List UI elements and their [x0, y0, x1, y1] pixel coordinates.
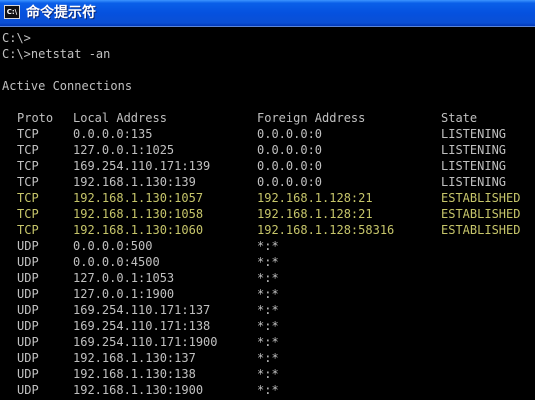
- connection-row: TCP 169.254.110.171:139 0.0.0.0:0 LISTENING: [0, 158, 535, 174]
- command-prompt-window: C:\ 命令提示符 C:\> C:\>netstat -an Active Co…: [0, 0, 535, 400]
- cell-local-address: 192.168.1.130:138: [73, 367, 196, 381]
- cell-state: LISTENING: [441, 143, 507, 157]
- cell-state: ESTABLISHED: [441, 207, 521, 221]
- cell-proto: UDP: [17, 271, 39, 285]
- cell-proto: UDP: [17, 367, 39, 381]
- column-header-proto: Proto: [17, 111, 54, 125]
- cell-foreign-address: *:*: [257, 303, 279, 317]
- cell-proto: UDP: [17, 319, 39, 333]
- cell-proto: TCP: [17, 159, 39, 173]
- connection-row: UDP 127.0.0.1:1053 *:*: [0, 270, 535, 286]
- cell-state: ESTABLISHED: [441, 223, 521, 237]
- cell-foreign-address: *:*: [257, 383, 279, 397]
- connection-row: UDP 127.0.0.1:1900 *:*: [0, 286, 535, 302]
- cell-local-address: 192.168.1.130:1057: [73, 191, 204, 205]
- cell-state: LISTENING: [441, 175, 507, 189]
- cell-state: ESTABLISHED: [441, 191, 521, 205]
- cell-foreign-address: *:*: [257, 335, 279, 349]
- console-output[interactable]: C:\> C:\>netstat -an Active Connections …: [0, 28, 535, 400]
- cell-foreign-address: 0.0.0.0:0: [257, 159, 323, 173]
- cell-proto: UDP: [17, 287, 39, 301]
- connection-row: TCP 0.0.0.0:135 0.0.0.0:0 LISTENING: [0, 126, 535, 142]
- cell-foreign-address: 192.168.1.128:58316: [257, 223, 395, 237]
- cell-foreign-address: *:*: [257, 287, 279, 301]
- cell-state: LISTENING: [441, 127, 507, 141]
- connection-row: UDP 0.0.0.0:4500 *:*: [0, 254, 535, 270]
- column-header-state: State: [441, 111, 478, 125]
- cell-local-address: 169.254.110.171:1900: [73, 335, 218, 349]
- cell-proto: UDP: [17, 239, 39, 253]
- cell-local-address: 192.168.1.130:1900: [73, 383, 204, 397]
- cell-state: LISTENING: [441, 159, 507, 173]
- title-bar[interactable]: C:\ 命令提示符: [0, 0, 535, 27]
- cell-foreign-address: *:*: [257, 351, 279, 365]
- cell-local-address: 192.168.1.130:1060: [73, 223, 204, 237]
- connection-row: UDP 0.0.0.0:500 *:*: [0, 238, 535, 254]
- cell-foreign-address: *:*: [257, 367, 279, 381]
- cell-proto: TCP: [17, 207, 39, 221]
- prompt-line: C:\>: [2, 31, 31, 45]
- cell-local-address: 169.254.110.171:137: [73, 303, 211, 317]
- cell-local-address: 192.168.1.130:139: [73, 175, 196, 189]
- cell-proto: TCP: [17, 223, 39, 237]
- column-header-local-address: Local Address: [73, 111, 167, 125]
- cell-foreign-address: 0.0.0.0:0: [257, 175, 323, 189]
- connection-row: TCP 192.168.1.130:1058 192.168.1.128:21 EST…: [0, 206, 535, 222]
- cell-local-address: 169.254.110.171:138: [73, 319, 211, 333]
- cell-foreign-address: *:*: [257, 271, 279, 285]
- cell-proto: TCP: [17, 143, 39, 157]
- cell-proto: TCP: [17, 191, 39, 205]
- section-heading: Active Connections: [2, 79, 133, 93]
- console-icon: C:\: [4, 5, 20, 19]
- connection-row: UDP 169.254.110.171:138 *:*: [0, 318, 535, 334]
- cell-foreign-address: 0.0.0.0:0: [257, 127, 323, 141]
- column-headers: Proto Local Address Foreign Address Stat…: [0, 110, 535, 126]
- command-line: C:\>netstat -an: [2, 47, 111, 61]
- cell-local-address: 127.0.0.1:1053: [73, 271, 175, 285]
- cell-local-address: 169.254.110.171:139: [73, 159, 211, 173]
- connection-row: UDP 192.168.1.130:137 *:*: [0, 350, 535, 366]
- connection-row: UDP 169.254.110.171:137 *:*: [0, 302, 535, 318]
- cell-proto: UDP: [17, 383, 39, 397]
- cell-foreign-address: *:*: [257, 255, 279, 269]
- connection-row: TCP 127.0.0.1:1025 0.0.0.0:0 LISTENING: [0, 142, 535, 158]
- cell-proto: UDP: [17, 303, 39, 317]
- cell-proto: TCP: [17, 175, 39, 189]
- cell-local-address: 127.0.0.1:1900: [73, 287, 175, 301]
- cell-local-address: 0.0.0.0:135: [73, 127, 153, 141]
- cell-foreign-address: 192.168.1.128:21: [257, 207, 373, 221]
- cell-proto: UDP: [17, 255, 39, 269]
- connection-row: UDP 192.168.1.130:1900 *:*: [0, 382, 535, 398]
- cell-proto: UDP: [17, 351, 39, 365]
- cell-foreign-address: *:*: [257, 319, 279, 333]
- connection-row: TCP 192.168.1.130:139 0.0.0.0:0 LISTENING: [0, 174, 535, 190]
- cell-foreign-address: 0.0.0.0:0: [257, 143, 323, 157]
- connection-row: TCP 192.168.1.130:1057 192.168.1.128:21 EST…: [0, 190, 535, 206]
- cell-local-address: 127.0.0.1:1025: [73, 143, 175, 157]
- cell-local-address: 192.168.1.130:1058: [73, 207, 204, 221]
- connection-row: TCP 192.168.1.130:1060 192.168.1.128:58316…: [0, 222, 535, 238]
- cell-local-address: 192.168.1.130:137: [73, 351, 196, 365]
- column-header-foreign-address: Foreign Address: [257, 111, 366, 125]
- window-title: 命令提示符: [26, 5, 96, 21]
- cell-local-address: 0.0.0.0:500: [73, 239, 153, 253]
- connection-row: UDP 192.168.1.130:138 *:*: [0, 366, 535, 382]
- connection-row: UDP 169.254.110.171:1900 *:*: [0, 334, 535, 350]
- cell-local-address: 0.0.0.0:4500: [73, 255, 160, 269]
- cell-foreign-address: *:*: [257, 239, 279, 253]
- cell-proto: UDP: [17, 335, 39, 349]
- cell-foreign-address: 192.168.1.128:21: [257, 191, 373, 205]
- cell-proto: TCP: [17, 127, 39, 141]
